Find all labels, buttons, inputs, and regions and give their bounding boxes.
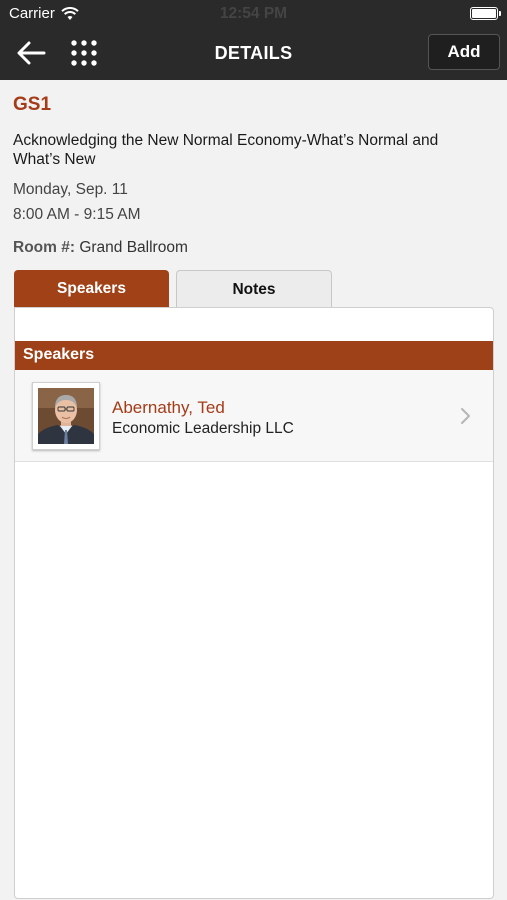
clock: 12:54 PM <box>219 5 288 22</box>
navigation-bar: DETAILS Add <box>0 28 507 80</box>
session-room: Room #: Grand Ballroom <box>13 239 188 257</box>
chevron-right-icon <box>461 408 470 424</box>
arrow-left-icon <box>17 41 46 65</box>
speakers-section-header: Speakers <box>15 341 493 370</box>
tab-speakers[interactable]: Speakers <box>14 270 169 308</box>
top-bar: Carrier 12:54 PM DETAILS Add <box>0 0 507 80</box>
grid-menu-icon <box>71 40 97 66</box>
session-title: Acknowledging the New Normal Economy-Wha… <box>13 132 439 168</box>
room-value: Grand Ballroom <box>79 239 188 256</box>
tab-notes[interactable]: Notes <box>176 270 332 308</box>
status-bar: Carrier 12:54 PM <box>0 0 507 28</box>
speaker-name: Abernathy, Ted <box>112 398 225 417</box>
session-date: Monday, Sep. 11 <box>13 181 128 198</box>
speakers-panel: Speakers Abernathy, Ted Economic Leaders… <box>14 307 494 899</box>
speaker-list-item[interactable]: Abernathy, Ted Economic Leadership LLC <box>15 370 493 462</box>
speaker-avatar <box>32 382 100 450</box>
session-code: GS1 <box>13 94 52 115</box>
session-time: 8:00 AM - 9:15 AM <box>13 206 141 223</box>
back-button[interactable] <box>14 38 48 68</box>
room-label: Room #: <box>13 239 75 256</box>
battery-icon <box>470 7 501 20</box>
add-button[interactable]: Add <box>428 34 500 70</box>
speaker-organization: Economic Leadership LLC <box>112 420 294 437</box>
grid-menu-button[interactable] <box>70 39 98 67</box>
